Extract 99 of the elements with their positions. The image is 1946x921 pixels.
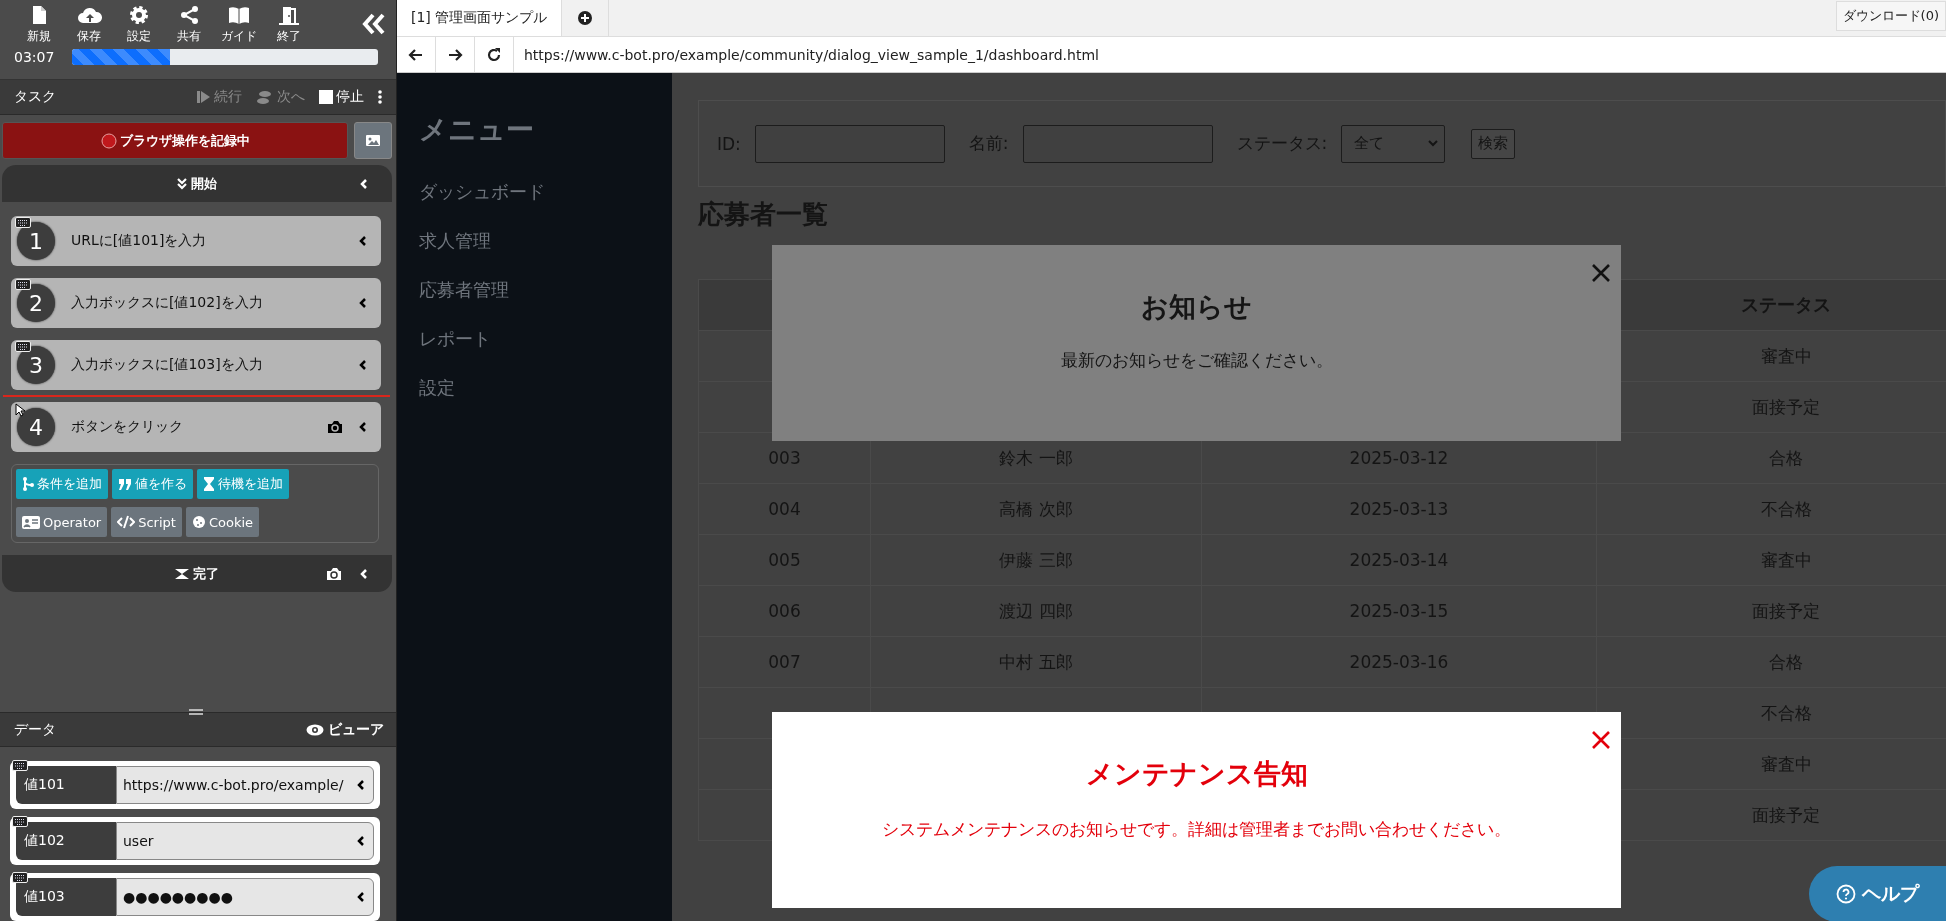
footprints-icon <box>256 90 274 104</box>
step-label: URLに[値101]を入力 <box>71 232 207 250</box>
data-name-label: 値102 <box>16 822 116 860</box>
hourglass-icon <box>203 476 215 492</box>
value-field[interactable]: user <box>116 822 374 860</box>
record-button[interactable]: ブラウザ操作を記録中 <box>2 122 348 159</box>
dialog-message: システムメンテナンスのお知らせです。詳細は管理者までお問い合わせください。 <box>882 818 1511 841</box>
step-number: 3 <box>17 346 55 384</box>
step-number: 2 <box>17 284 55 322</box>
gear-icon <box>129 5 149 25</box>
dialog-title: お知らせ <box>1141 290 1252 324</box>
double-chevron-left-icon[interactable] <box>362 13 386 35</box>
value-field[interactable]: https://www.c-bot.pro/example/ <box>116 766 374 804</box>
dialog-message: 最新のお知らせをご確認ください。 <box>1060 349 1333 372</box>
keyboard-icon <box>15 341 31 352</box>
download-button[interactable]: ダウンロード(0) <box>1835 1 1946 31</box>
toolbar-button[interactable]: 設定 <box>114 5 164 45</box>
dialog-title: メンテナンス告知 <box>1085 757 1308 791</box>
keyboard-icon <box>12 760 28 771</box>
chevron-left-icon[interactable] <box>357 891 365 903</box>
add-step-button[interactable]: Operator <box>16 507 108 537</box>
step-card[interactable]: 3 入力ボックスに[値103]を入力 <box>11 340 381 390</box>
forward-arrow-icon[interactable] <box>447 46 463 63</box>
step-card[interactable]: 2 入力ボックスに[値102]を入力 <box>11 278 381 328</box>
image-button[interactable] <box>354 122 392 159</box>
close-icon[interactable] <box>1591 730 1611 750</box>
timer-text: 03:07 <box>14 49 55 65</box>
grip-icon[interactable] <box>188 709 204 715</box>
data-item[interactable]: 値103 ●●●●●●●●● <box>10 873 380 921</box>
sidebar-item[interactable]: ダッシュボード <box>419 167 672 216</box>
toolbar-button[interactable]: 終了 <box>264 5 314 45</box>
chevron-left-icon[interactable] <box>359 297 367 309</box>
step-number: 4 <box>17 408 55 446</box>
input-field[interactable] <box>754 124 945 163</box>
data-item[interactable]: 値101 https://www.c-bot.pro/example/ <box>10 761 380 809</box>
browser-tab[interactable]: [1] 管理画面サンプル <box>397 0 563 36</box>
step-card[interactable]: 4 ボタンをクリック <box>11 402 381 452</box>
flag-icon <box>175 568 189 579</box>
data-name-label: 値103 <box>16 878 116 916</box>
toolbar-button[interactable]: 共有 <box>164 5 214 45</box>
checkbox[interactable] <box>319 90 333 104</box>
chevron-left-icon[interactable] <box>359 235 367 247</box>
toolbar-button[interactable]: 新規 <box>14 5 64 45</box>
panel-title: データ <box>14 720 56 739</box>
quote-icon <box>118 476 132 492</box>
sidebar-item[interactable]: 応募者管理 <box>419 265 672 314</box>
step-label: 入力ボックスに[値102]を入力 <box>71 294 263 312</box>
share-icon <box>179 5 199 25</box>
add-step-button[interactable]: Script <box>111 507 182 537</box>
input-field[interactable] <box>1022 124 1213 163</box>
keyboard-icon <box>12 816 28 827</box>
cloud-upload-icon <box>76 5 102 25</box>
chevron-left-icon[interactable] <box>357 835 365 847</box>
step-card[interactable]: 1 URLに[値101]を入力 <box>11 216 381 266</box>
add-step-button[interactable]: Cookie <box>185 507 260 537</box>
help-button[interactable]: ヘルプ <box>1809 866 1946 921</box>
cookie-icon <box>191 514 206 530</box>
door-icon <box>278 5 300 25</box>
keyboard-icon <box>12 872 28 883</box>
close-icon[interactable] <box>1591 263 1611 283</box>
value-field[interactable]: ●●●●●●●●● <box>116 878 374 916</box>
reload-icon[interactable] <box>486 46 502 63</box>
viewer-button[interactable]: ビューア <box>306 720 384 739</box>
toolbar-button[interactable]: 保存 <box>64 5 114 45</box>
double-chevron-down-icon <box>177 177 187 190</box>
code-icon <box>117 514 136 530</box>
record-icon <box>100 132 117 149</box>
image-icon <box>366 135 380 146</box>
eye-icon <box>306 723 324 736</box>
step-number: 1 <box>17 222 55 260</box>
question-circle-icon <box>1836 884 1856 904</box>
back-arrow-icon[interactable] <box>408 46 424 63</box>
keyboard-icon <box>15 279 31 290</box>
book-icon <box>228 5 250 25</box>
address-field[interactable]: https://www.c-bot.pro/example/community/dialog_view_sample_1/dashboard.html <box>514 37 1946 72</box>
panel-title: タスク <box>14 88 56 106</box>
sidebar-item[interactable]: 設定 <box>419 363 672 412</box>
id-card-icon <box>22 514 40 530</box>
cursor-icon <box>15 403 25 417</box>
more-vertical-icon[interactable] <box>378 90 382 104</box>
toolbar-button[interactable]: ガイド <box>214 5 264 45</box>
sidebar-item[interactable]: 求人管理 <box>419 216 672 265</box>
data-name-label: 値101 <box>16 766 116 804</box>
step-label: ボタンをクリック <box>71 418 183 436</box>
chevron-left-icon[interactable] <box>357 779 365 791</box>
play-icon <box>197 90 211 104</box>
data-item[interactable]: 値102 user <box>10 817 380 865</box>
chevron-left-icon[interactable] <box>359 421 367 433</box>
end-block[interactable]: 完了 <box>2 555 392 592</box>
plus-circle-icon[interactable] <box>578 11 593 25</box>
start-block[interactable]: 開始 <box>2 165 392 202</box>
branch-icon <box>22 476 34 492</box>
chevron-left-icon[interactable] <box>359 359 367 371</box>
checkbox-label[interactable]: 停止 <box>319 88 364 106</box>
keyboard-icon <box>15 217 31 228</box>
sidebar-item[interactable]: レポート <box>419 314 672 363</box>
caret-down-icon <box>1428 140 1439 147</box>
sidebar-title: メニュー <box>419 112 535 148</box>
step-label: 入力ボックスに[値103]を入力 <box>71 356 263 374</box>
